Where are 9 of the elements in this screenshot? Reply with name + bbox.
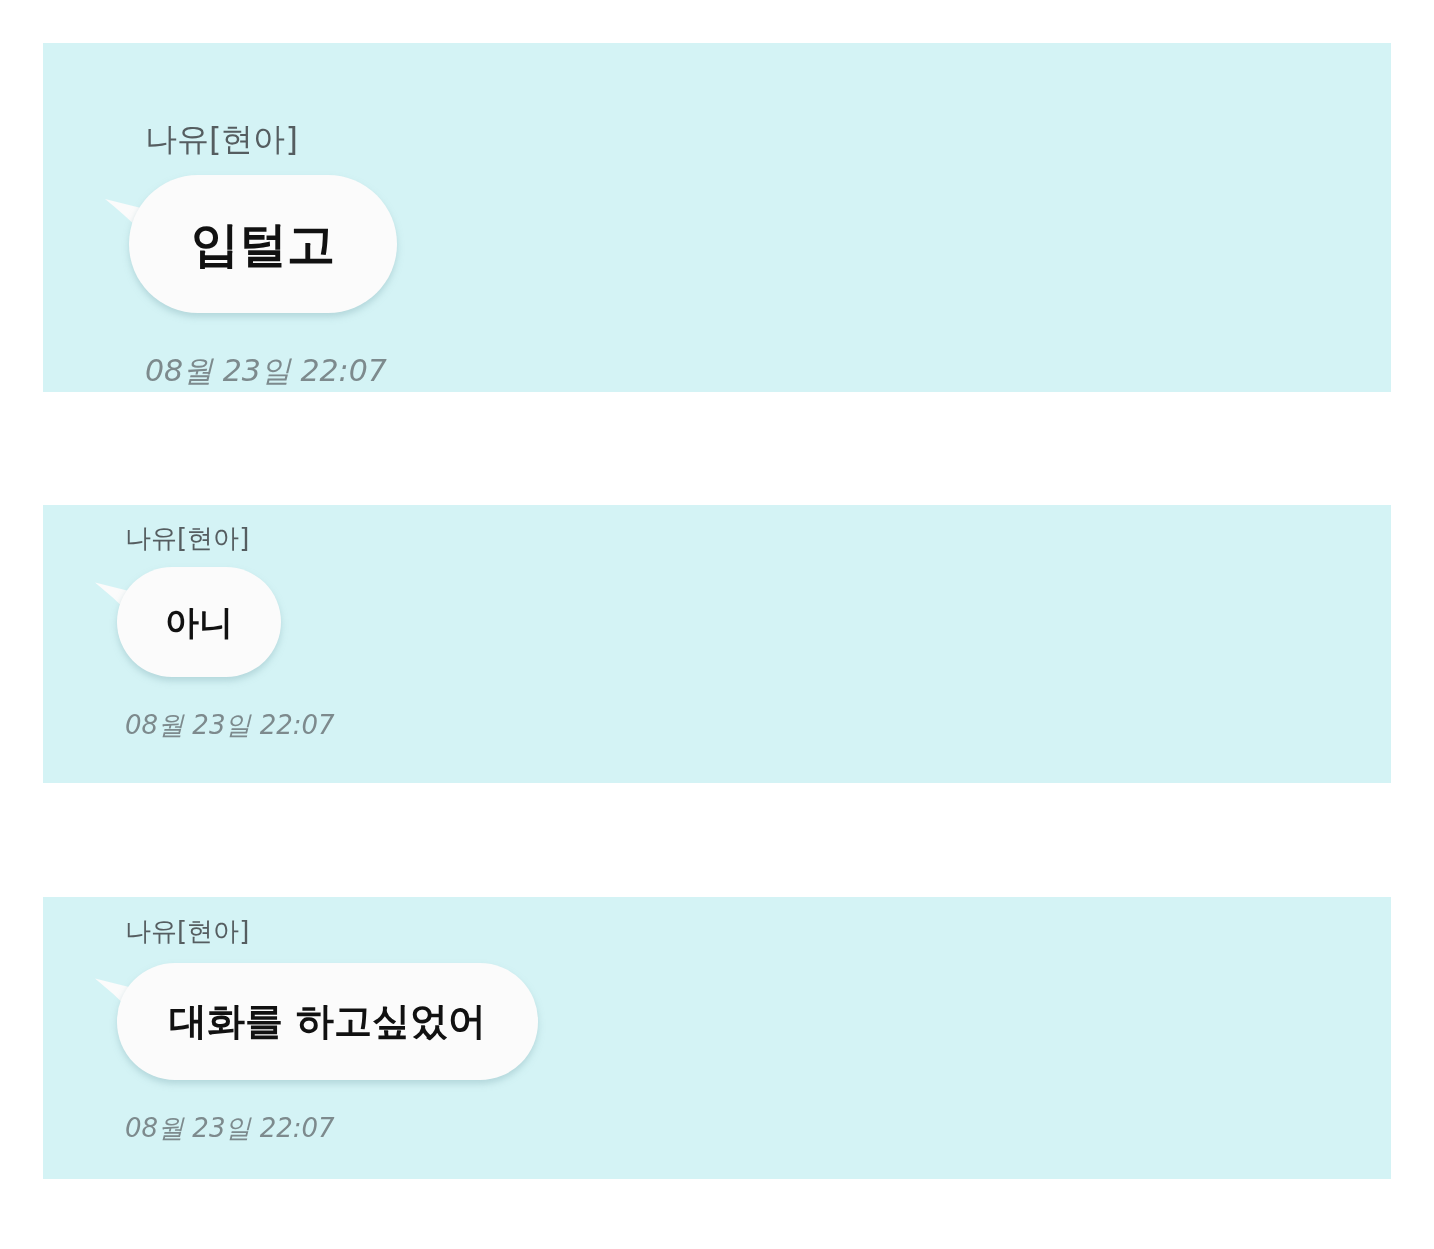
message-time: 08월 23일 22:07 — [125, 709, 335, 741]
sender-name: 나유[현아] — [125, 915, 250, 948]
message-time: 08월 23일 22:07 — [125, 1112, 335, 1144]
message-bubble: 대화를 하고싶었어 — [117, 963, 539, 1080]
sender-name: 나유[현아] — [125, 522, 250, 555]
sender-name: 나유[현아] — [145, 119, 298, 159]
message-bubble: 아니 — [117, 567, 281, 677]
message-time: 08월 23일 22:07 — [145, 353, 387, 389]
message-bubble: 입털고 — [129, 175, 397, 313]
